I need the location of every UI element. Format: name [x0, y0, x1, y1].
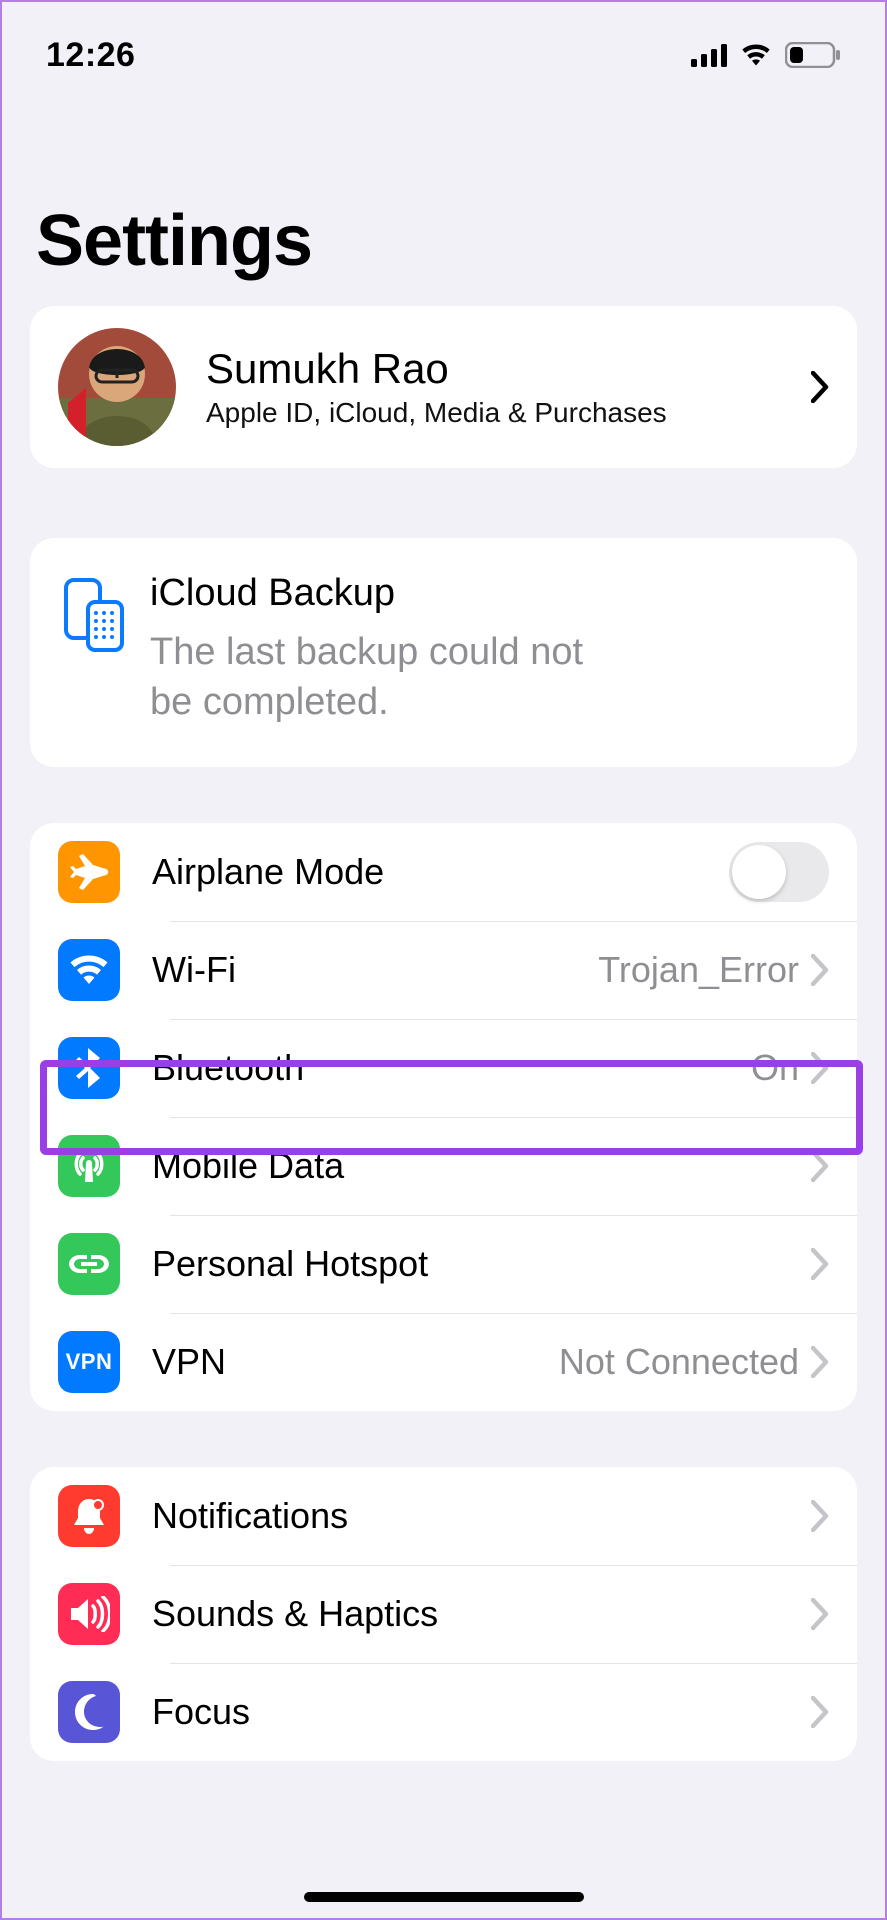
profile-group: Sumukh Rao Apple ID, iCloud, Media & Pur…	[30, 306, 857, 468]
alerts-group: Notifications Sounds & Haptics Focus	[30, 1467, 857, 1761]
cellular-signal-icon	[691, 43, 727, 67]
mobile-data-row[interactable]: Mobile Data	[30, 1117, 857, 1215]
status-indicators	[691, 42, 841, 68]
icloud-backup-row[interactable]: iCloud Backup The last backup could not …	[30, 538, 857, 767]
personal-hotspot-row[interactable]: Personal Hotspot	[30, 1215, 857, 1313]
backup-subtitle: The last backup could not be completed.	[150, 627, 630, 727]
row-label: Airplane Mode	[152, 851, 729, 893]
sounds-row[interactable]: Sounds & Haptics	[30, 1565, 857, 1663]
row-label: Mobile Data	[152, 1145, 811, 1187]
page-title: Settings	[2, 90, 885, 306]
status-time: 12:26	[46, 36, 135, 75]
chevron-right-icon	[811, 1150, 829, 1182]
status-bar: 12:26	[2, 2, 885, 90]
avatar	[58, 328, 176, 446]
vpn-icon: VPN	[58, 1331, 120, 1393]
chevron-right-icon	[811, 1598, 829, 1630]
row-label: Personal Hotspot	[152, 1243, 811, 1285]
focus-row[interactable]: Focus	[30, 1663, 857, 1761]
row-label: Wi-Fi	[152, 949, 598, 991]
bluetooth-icon	[58, 1037, 120, 1099]
bell-icon	[58, 1485, 120, 1547]
speaker-icon	[58, 1583, 120, 1645]
row-label: Focus	[152, 1691, 811, 1733]
link-icon	[58, 1233, 120, 1295]
row-label: Notifications	[152, 1495, 811, 1537]
wifi-value: Trojan_Error	[598, 949, 799, 991]
airplane-icon	[58, 841, 120, 903]
moon-icon	[58, 1681, 120, 1743]
profile-name: Sumukh Rao	[206, 345, 811, 393]
apple-id-row[interactable]: Sumukh Rao Apple ID, iCloud, Media & Pur…	[30, 306, 857, 468]
connectivity-group: Airplane Mode Wi-Fi Trojan_Error Bluetoo…	[30, 823, 857, 1411]
airplane-toggle[interactable]	[729, 842, 829, 902]
wifi-row[interactable]: Wi-Fi Trojan_Error	[30, 921, 857, 1019]
wifi-icon	[739, 43, 773, 67]
chevron-right-icon	[811, 1500, 829, 1532]
wifi-icon	[58, 939, 120, 1001]
chevron-right-icon	[811, 954, 829, 986]
vpn-value: Not Connected	[559, 1341, 799, 1383]
chevron-right-icon	[811, 371, 829, 403]
chevron-right-icon	[811, 1052, 829, 1084]
chevron-right-icon	[811, 1696, 829, 1728]
home-indicator[interactable]	[304, 1892, 584, 1902]
battery-icon	[785, 42, 841, 68]
row-label: Sounds & Haptics	[152, 1593, 811, 1635]
vpn-row[interactable]: VPN VPN Not Connected	[30, 1313, 857, 1411]
chevron-right-icon	[811, 1346, 829, 1378]
airplane-mode-row[interactable]: Airplane Mode	[30, 823, 857, 921]
profile-subtitle: Apple ID, iCloud, Media & Purchases	[206, 397, 811, 429]
row-label: Bluetooth	[152, 1047, 751, 1089]
row-label: VPN	[152, 1341, 559, 1383]
chevron-right-icon	[811, 1248, 829, 1280]
devices-icon	[58, 576, 128, 654]
icloud-backup-group: iCloud Backup The last backup could not …	[30, 538, 857, 767]
bluetooth-value: On	[751, 1047, 799, 1089]
antenna-icon	[58, 1135, 120, 1197]
backup-title: iCloud Backup	[150, 572, 630, 615]
bluetooth-row[interactable]: Bluetooth On	[30, 1019, 857, 1117]
notifications-row[interactable]: Notifications	[30, 1467, 857, 1565]
